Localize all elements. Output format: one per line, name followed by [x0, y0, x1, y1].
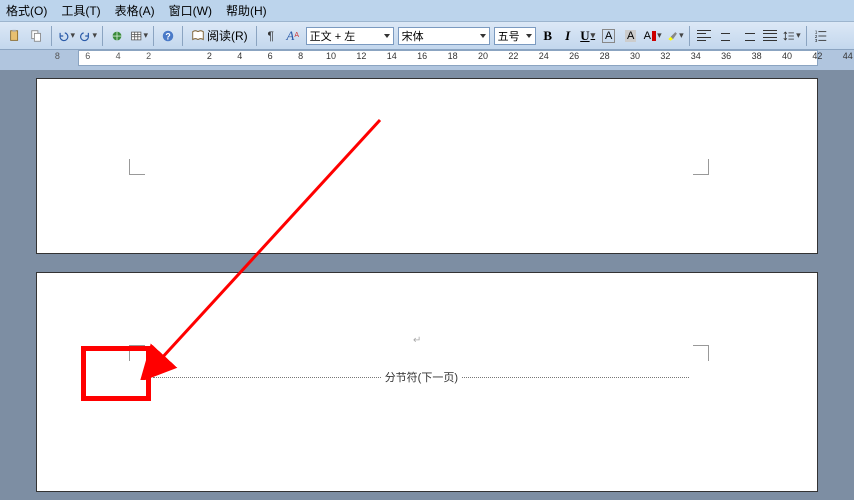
separator: [806, 26, 807, 46]
ruler-tick: 8: [298, 51, 303, 61]
ruler-tick: 10: [326, 51, 336, 61]
break-dots: [462, 377, 689, 378]
section-break-label: 分节符(下一页): [381, 369, 462, 385]
ruler-tick: 4: [116, 51, 121, 61]
ruler-tick: 24: [539, 51, 549, 61]
ruler-tick: 40: [782, 51, 792, 61]
ruler-tick: 36: [721, 51, 731, 61]
align-left-button[interactable]: [694, 26, 714, 46]
redo-icon[interactable]: ▾: [78, 26, 98, 46]
line-spacing-button[interactable]: ▾: [782, 26, 802, 46]
font-select[interactable]: 宋体: [398, 27, 490, 45]
menu-bar: 格式(O) 工具(T) 表格(A) 窗口(W) 帮助(H): [0, 0, 854, 22]
menu-table[interactable]: 表格(A): [115, 2, 155, 19]
ruler-tick: 34: [691, 51, 701, 61]
paste-icon[interactable]: [5, 26, 25, 46]
hyperlink-icon[interactable]: [107, 26, 127, 46]
ruler-tick: 6: [268, 51, 273, 61]
margin-corner-icon: [693, 345, 709, 361]
font-border-button[interactable]: A: [599, 26, 619, 46]
ruler-tick: 20: [478, 51, 488, 61]
ruler-tick: 6: [85, 51, 90, 61]
ruler-tick: 16: [417, 51, 427, 61]
ruler-tick: 44: [843, 51, 853, 61]
separator: [256, 26, 257, 46]
section-break-line[interactable]: 分节符(下一页): [149, 369, 691, 385]
char-shading-button[interactable]: A: [621, 26, 641, 46]
toolbar: ▾ ▾ ▾ ? 阅读(R) ¶ AA 正文 + 左 宋体 五号 B I U▾ A…: [0, 22, 854, 50]
ruler-area: 8642246810121416182022242628303234363840…: [0, 50, 854, 70]
undo-icon[interactable]: ▾: [56, 26, 76, 46]
separator: [102, 26, 103, 46]
break-dots: [153, 377, 380, 378]
ruler-tick: 8: [55, 51, 60, 61]
menu-tools[interactable]: 工具(T): [61, 2, 100, 19]
style-select[interactable]: 正文 + 左: [306, 27, 394, 45]
ruler-tick: 28: [600, 51, 610, 61]
ruler-tick: 18: [448, 51, 458, 61]
book-icon: [191, 29, 205, 43]
margin-corner-icon: [693, 159, 709, 175]
document-workspace: ↵ 分节符(下一页): [0, 70, 854, 500]
font-value: 宋体: [402, 28, 424, 44]
highlight-button[interactable]: ▾: [665, 26, 685, 46]
margin-corner-icon: [129, 159, 145, 175]
numbered-list-button[interactable]: 123: [811, 26, 831, 46]
ruler-tick: 30: [630, 51, 640, 61]
italic-button[interactable]: I: [559, 26, 577, 46]
paragraph-mark-icon: ↵: [413, 335, 421, 346]
separator: [182, 26, 183, 46]
align-right-button[interactable]: [738, 26, 758, 46]
page-2[interactable]: ↵ 分节符(下一页): [36, 272, 818, 492]
ruler-tick: 12: [356, 51, 366, 61]
separator: [153, 26, 154, 46]
help-icon[interactable]: ?: [158, 26, 178, 46]
ruler-tick: 2: [207, 51, 212, 61]
table-icon[interactable]: ▾: [129, 26, 149, 46]
ruler-tick: 32: [660, 51, 670, 61]
menu-help[interactable]: 帮助(H): [226, 2, 267, 19]
read-button[interactable]: 阅读(R): [186, 26, 253, 46]
bold-button[interactable]: B: [539, 26, 557, 46]
horizontal-ruler[interactable]: 8642246810121416182022242628303234363840…: [78, 50, 818, 66]
size-select[interactable]: 五号: [494, 27, 536, 45]
separator: [51, 26, 52, 46]
style-a-icon[interactable]: AA: [283, 26, 303, 46]
font-color-button[interactable]: A▾: [643, 26, 663, 46]
annotation-red-box: [81, 346, 151, 401]
para-mark-icon[interactable]: ¶: [261, 26, 281, 46]
ruler-tick: 4: [237, 51, 242, 61]
ruler-tick: 14: [387, 51, 397, 61]
align-justify-button[interactable]: [760, 26, 780, 46]
menu-window[interactable]: 窗口(W): [169, 2, 212, 19]
style-value: 正文 + 左: [310, 28, 356, 44]
ruler-tick: 22: [508, 51, 518, 61]
ruler-tick: 38: [752, 51, 762, 61]
separator: [689, 26, 690, 46]
svg-text:?: ?: [165, 31, 170, 41]
ruler-tick: 42: [812, 51, 822, 61]
menu-format[interactable]: 格式(O): [6, 2, 47, 19]
align-center-button[interactable]: [716, 26, 736, 46]
read-label: 阅读(R): [207, 27, 248, 44]
ruler-tick: 26: [569, 51, 579, 61]
underline-button[interactable]: U▾: [579, 26, 597, 46]
svg-text:3: 3: [815, 38, 818, 43]
page-1[interactable]: [36, 78, 818, 254]
copy-icon[interactable]: [27, 26, 47, 46]
ruler-tick: 2: [146, 51, 151, 61]
size-value: 五号: [498, 28, 520, 44]
